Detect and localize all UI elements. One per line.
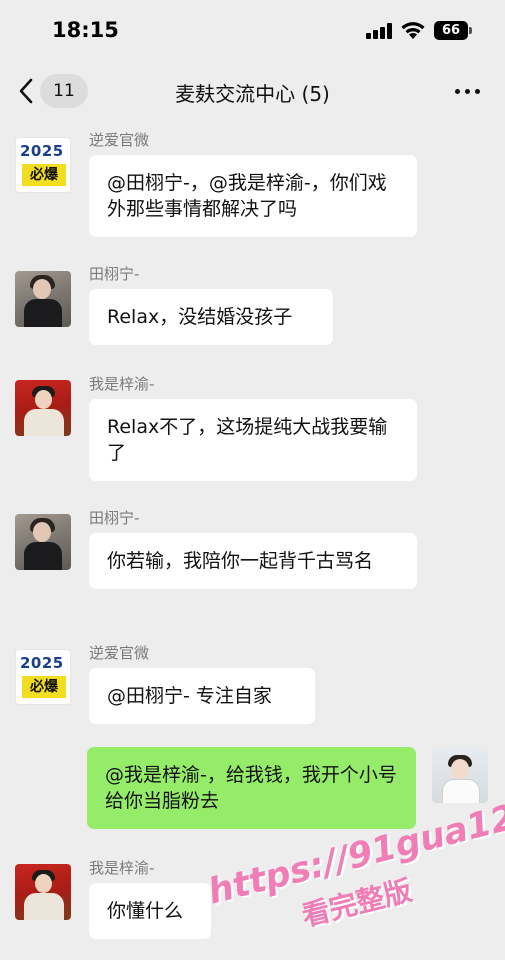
avatar-logo-year: 2025 bbox=[20, 142, 64, 160]
unread-count-badge[interactable]: 11 bbox=[40, 74, 88, 108]
message-bubble[interactable]: Relax不了，这场提纯大战我要输了 bbox=[89, 399, 417, 481]
own-avatar[interactable] bbox=[432, 747, 488, 803]
status-bar: 18:15 66 bbox=[0, 0, 505, 60]
avatar-logo-year: 2025 bbox=[20, 654, 64, 672]
sender-name: 我是梓渝- bbox=[89, 859, 155, 877]
own-message-bubble[interactable]: @我是梓渝-，给我钱，我开个小号给你当脂粉去 bbox=[87, 747, 416, 829]
sender-name: 我是梓渝- bbox=[89, 375, 155, 393]
sender-name: 田栩宁- bbox=[89, 265, 140, 283]
sender-avatar[interactable] bbox=[15, 271, 71, 327]
status-time: 18:15 bbox=[52, 18, 119, 42]
message-bubble[interactable]: 你懂什么 bbox=[89, 883, 211, 939]
sender-avatar[interactable]: 2025 必爆 bbox=[15, 137, 71, 193]
battery-indicator: 66 bbox=[434, 21, 472, 40]
sender-name: 逆爱官微 bbox=[89, 644, 150, 662]
sender-avatar[interactable]: 2025 必爆 bbox=[15, 649, 71, 705]
message-bubble[interactable]: @田栩宁- 专注自家 bbox=[89, 668, 315, 724]
sender-avatar[interactable] bbox=[15, 864, 71, 920]
sender-avatar[interactable] bbox=[15, 514, 71, 570]
message-bubble[interactable]: Relax，没结婚没孩子 bbox=[89, 289, 333, 345]
sender-avatar[interactable] bbox=[15, 380, 71, 436]
watermark-subtitle: 看完整版 bbox=[298, 873, 416, 933]
avatar-logo-mark: 必爆 bbox=[22, 676, 66, 698]
sender-name: 田栩宁- bbox=[89, 509, 140, 527]
wifi-icon bbox=[401, 22, 425, 39]
message-bubble[interactable]: 你若输，我陪你一起背千古骂名 bbox=[89, 533, 417, 589]
cellular-signal-icon bbox=[366, 23, 394, 39]
back-chevron-icon[interactable] bbox=[14, 76, 38, 106]
avatar-logo-mark: 必爆 bbox=[22, 164, 66, 186]
sender-name: 逆爱官微 bbox=[89, 131, 150, 149]
message-bubble[interactable]: @田栩宁-，@我是梓渝-，你们戏外那些事情都解决了吗 bbox=[89, 155, 417, 237]
chat-header: 11 麦麸交流中心 (5) bbox=[0, 60, 505, 122]
more-options-icon[interactable] bbox=[450, 84, 484, 98]
